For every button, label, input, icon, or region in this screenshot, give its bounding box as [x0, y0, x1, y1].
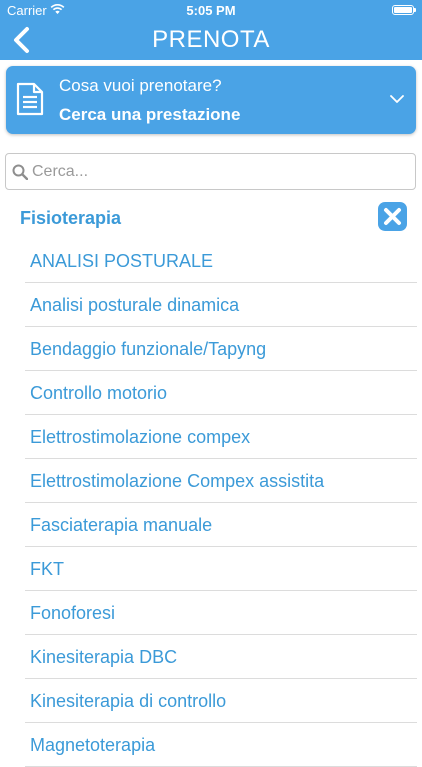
list-item-label: Analisi posturale dinamica: [30, 295, 240, 315]
list-item-label: Elettrostimolazione Compex assistita: [30, 471, 325, 491]
list-item[interactable]: FKT: [25, 547, 417, 591]
service-list: ANALISI POSTURALE Analisi posturale dina…: [0, 239, 422, 767]
close-icon: [384, 208, 401, 225]
category-title: Fisioterapia: [20, 208, 122, 228]
category-header: Fisioterapia: [0, 197, 422, 241]
list-item[interactable]: Fasciaterapia manuale: [25, 503, 417, 547]
header: Carrier 5:05 PM PRENOTA: [0, 0, 422, 60]
nav-bar: PRENOTA: [0, 20, 422, 60]
list-item[interactable]: Elettrostimolazione Compex assistita: [25, 459, 417, 503]
status-bar: Carrier 5:05 PM: [0, 0, 422, 20]
service-selector[interactable]: Cosa vuoi prenotare? Cerca una prestazio…: [6, 66, 416, 134]
list-item-label: Controllo motorio: [30, 383, 168, 403]
list-item-label: Magnetoterapia: [30, 735, 156, 755]
list-item[interactable]: Fonoforesi: [25, 591, 417, 635]
list-item[interactable]: Kinesiterapia di controllo: [25, 679, 417, 723]
list-item-label: Fonoforesi: [30, 603, 116, 623]
list-item-label: Fasciaterapia manuale: [30, 515, 213, 535]
list-item-label: Elettrostimolazione compex: [30, 427, 251, 447]
list-item[interactable]: Elettrostimolazione compex: [25, 415, 417, 459]
chevron-down-icon: [390, 95, 404, 103]
page-title: PRENOTA: [152, 26, 270, 53]
selector-label: Cerca una prestazione: [59, 105, 241, 124]
list-item[interactable]: Analisi posturale dinamica: [25, 283, 417, 327]
search-box: [5, 153, 416, 190]
list-item[interactable]: Magnetoterapia: [25, 723, 417, 767]
list-item[interactable]: Kinesiterapia DBC: [25, 635, 417, 679]
list-item-label: Kinesiterapia di controllo: [30, 691, 227, 711]
battery-icon: [392, 5, 416, 15]
list-item-label: FKT: [30, 559, 64, 579]
clock: 5:05 PM: [186, 3, 236, 18]
search-icon: [12, 164, 28, 180]
list-item-label: ANALISI POSTURALE: [30, 251, 214, 271]
list-item[interactable]: Controllo motorio: [25, 371, 417, 415]
document-icon: [16, 82, 44, 116]
selector-question: Cosa vuoi prenotare?: [59, 76, 222, 95]
search-input[interactable]: [32, 160, 407, 184]
list-item-label: Bendaggio funzionale/Tapyng: [30, 339, 267, 359]
clear-category-button[interactable]: [378, 202, 407, 231]
list-item[interactable]: Bendaggio funzionale/Tapyng: [25, 327, 417, 371]
list-item[interactable]: ANALISI POSTURALE: [25, 239, 417, 283]
list-item-label: Kinesiterapia DBC: [30, 647, 178, 667]
